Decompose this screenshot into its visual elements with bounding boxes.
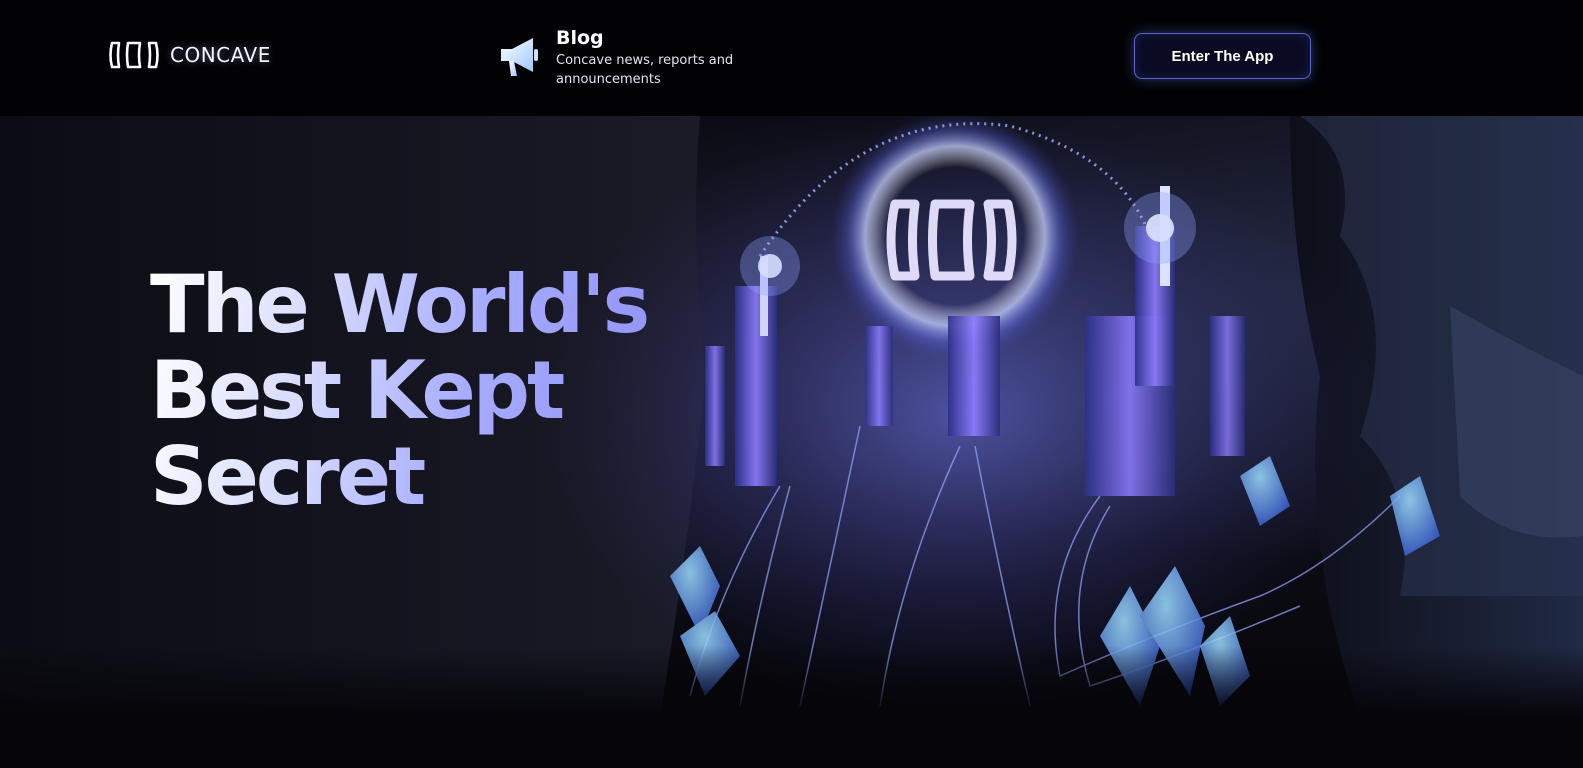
headline-line-2: Best Kept <box>150 344 563 437</box>
page-bottom-area <box>0 716 1583 768</box>
logo-text: CONCAVE <box>170 43 271 67</box>
blog-title: Blog <box>556 27 604 49</box>
headline-line-3: Secret <box>150 430 424 523</box>
megaphone-icon <box>501 38 538 76</box>
blog-description: Concave news, reports and announcements <box>556 53 734 87</box>
hero-bottom-fade <box>0 646 1583 716</box>
hero-headline: The World's Best Kept Secret <box>150 262 670 520</box>
blog-text: Blog Concave news, reports and announcem… <box>556 26 736 89</box>
page: CONCAVE Blog Concave news, reports and a… <box>0 0 1583 768</box>
enter-app-button[interactable]: Enter The App <box>1134 33 1311 79</box>
headline-line-1: The World's <box>150 258 648 351</box>
site-header: CONCAVE Blog Concave news, reports and a… <box>0 0 1583 116</box>
blog-link[interactable]: Blog Concave news, reports and announcem… <box>497 26 736 89</box>
logo-link[interactable]: CONCAVE <box>108 40 271 70</box>
hero-section: The World's Best Kept Secret <box>0 116 1583 716</box>
concave-logo-icon <box>109 41 159 69</box>
